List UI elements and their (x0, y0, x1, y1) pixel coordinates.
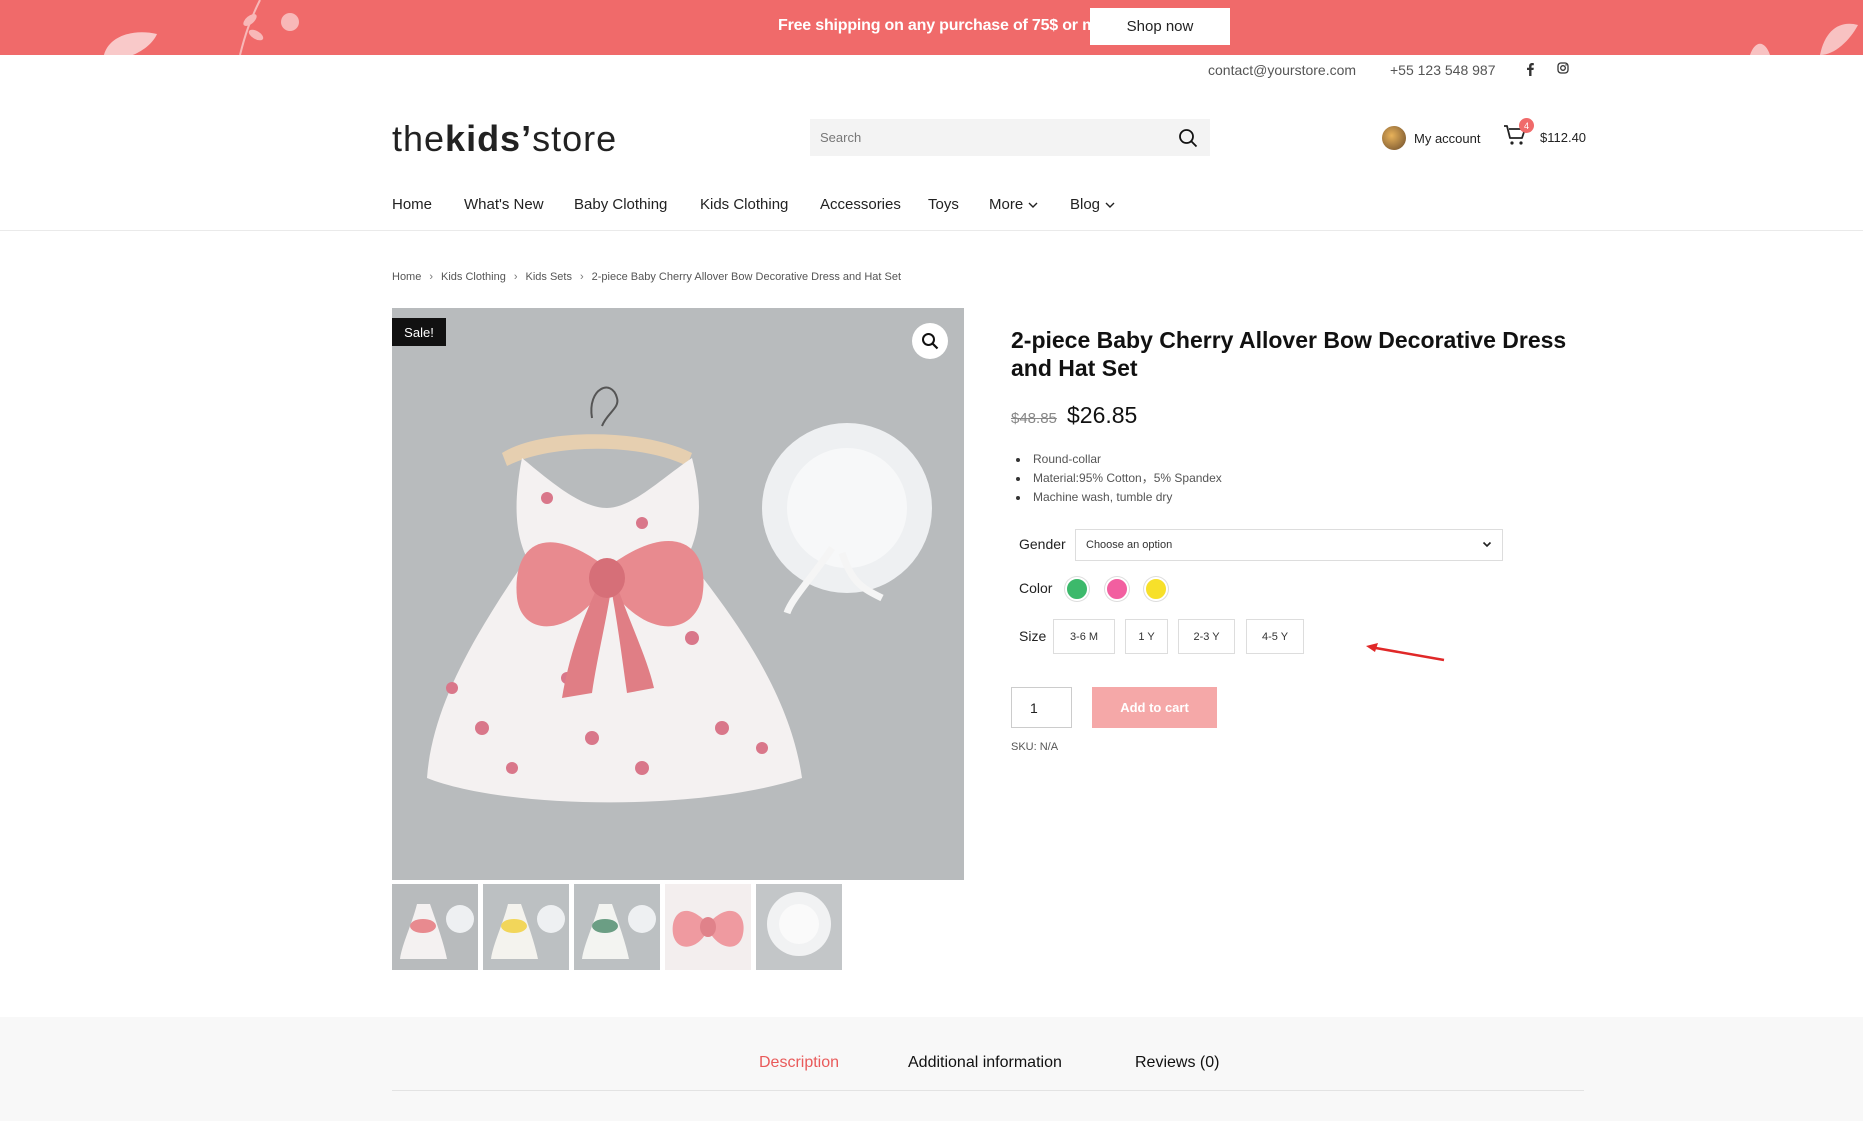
search-icon[interactable] (1178, 128, 1198, 148)
breadcrumb-separator: › (429, 271, 434, 283)
nav-more[interactable]: More (989, 196, 1038, 213)
breadcrumb-home[interactable]: Home (392, 271, 421, 283)
chevron-down-icon (1028, 202, 1038, 208)
contact-email[interactable]: contact@yourstore.com (1208, 62, 1356, 78)
red-arrow-annotation-icon (1366, 643, 1445, 662)
tab-additional-information[interactable]: Additional information (908, 1054, 1062, 1072)
zoom-icon[interactable] (912, 323, 948, 359)
nav-more-label: More (989, 196, 1024, 213)
banner-text: Free shipping on any purchase of 75$ or … (778, 17, 1126, 34)
search-input[interactable] (810, 119, 1160, 156)
add-to-cart-button[interactable]: Add to cart (1092, 687, 1217, 728)
feature-item: Round-collar (1016, 452, 1222, 471)
chevron-down-icon (1482, 541, 1492, 548)
product-main-image[interactable] (392, 308, 964, 880)
quantity-input[interactable] (1011, 687, 1072, 728)
size-option-1y[interactable]: 1 Y (1125, 619, 1168, 654)
size-option-2-3y[interactable]: 2-3 Y (1178, 619, 1235, 654)
sale-badge: Sale! (392, 318, 446, 346)
logo-text-store: store (532, 118, 618, 159)
gender-label: Gender (1019, 536, 1066, 552)
nav-blog[interactable]: Blog (1070, 196, 1115, 213)
color-label: Color (1019, 580, 1053, 596)
product-title: 2-piece Baby Cherry Allover Bow Decorati… (1011, 327, 1567, 381)
tab-reviews[interactable]: Reviews (0) (1135, 1054, 1219, 1072)
breadcrumb-separator: › (513, 271, 518, 283)
promo-banner: Free shipping on any purchase of 75$ or … (0, 0, 1863, 55)
account-label: My account (1414, 130, 1481, 146)
store-logo[interactable]: thekids’store (392, 118, 617, 160)
feature-item: Material:95% Cotton，5% Spandex (1016, 471, 1222, 490)
feature-item: Machine wash, tumble dry (1016, 490, 1222, 509)
breadcrumb: Home › Kids Clothing › Kids Sets › 2-pie… (392, 271, 901, 283)
instagram-icon[interactable] (1555, 62, 1571, 78)
gender-select[interactable]: Choose an option (1075, 529, 1503, 561)
breadcrumb-current: 2-piece Baby Cherry Allover Bow Decorati… (591, 271, 902, 283)
nav-blog-label: Blog (1070, 196, 1101, 213)
nav-baby-clothing[interactable]: Baby Clothing (574, 196, 667, 213)
nav-accessories[interactable]: Accessories (820, 196, 901, 213)
sku-text: SKU: N/A (1011, 741, 1059, 753)
nav-kids-clothing[interactable]: Kids Clothing (700, 196, 788, 213)
sale-price: $26.85 (1067, 402, 1138, 428)
search-box (810, 119, 1210, 156)
size-label: Size (1019, 628, 1047, 644)
color-swatch-green[interactable] (1065, 577, 1089, 601)
size-option-3-6m[interactable]: 3-6 M (1053, 619, 1115, 654)
product-thumbnail-5[interactable] (756, 884, 842, 970)
facebook-icon[interactable] (1522, 62, 1538, 78)
cart-total[interactable]: $112.40 (1540, 130, 1586, 145)
flower-decoration-icon (239, 0, 299, 55)
contact-phone[interactable]: +55 123 548 987 (1390, 62, 1496, 78)
size-option-4-5y[interactable]: 4-5 Y (1246, 619, 1304, 654)
gender-select-value: Choose an option (1086, 539, 1173, 551)
cart-count-badge: 4 (1519, 118, 1534, 133)
product-thumbnail-4[interactable] (665, 884, 751, 970)
logo-text-kids: kids’ (445, 118, 533, 159)
breadcrumb-kids-clothing[interactable]: Kids Clothing (441, 271, 506, 283)
avatar (1382, 126, 1406, 150)
breadcrumb-kids-sets[interactable]: Kids Sets (526, 271, 572, 283)
shop-now-button[interactable]: Shop now (1090, 8, 1230, 45)
tab-description[interactable]: Description (759, 1054, 839, 1072)
nav-whats-new[interactable]: What's New (464, 196, 544, 213)
my-account-link[interactable]: My account (1382, 126, 1480, 150)
header-divider (0, 230, 1863, 231)
chevron-down-icon (1105, 202, 1115, 208)
leaf-decoration-icon (1750, 23, 1858, 55)
breadcrumb-separator: › (579, 271, 584, 283)
color-swatch-pink[interactable] (1105, 577, 1129, 601)
logo-text-the: the (392, 118, 446, 159)
product-features: Round-collar Material:95% Cotton，5% Span… (1016, 452, 1222, 509)
leaf-decoration-icon (104, 32, 157, 55)
old-price: $48.85 (1011, 410, 1057, 427)
product-thumbnail-1[interactable] (392, 884, 478, 970)
nav-toys[interactable]: Toys (928, 196, 959, 213)
product-thumbnail-2[interactable] (483, 884, 569, 970)
nav-home[interactable]: Home (392, 196, 432, 213)
tabs-divider (392, 1090, 1584, 1091)
cart-icon[interactable]: 4 (1503, 118, 1534, 148)
color-swatch-yellow[interactable] (1144, 577, 1168, 601)
product-thumbnail-3[interactable] (574, 884, 660, 970)
